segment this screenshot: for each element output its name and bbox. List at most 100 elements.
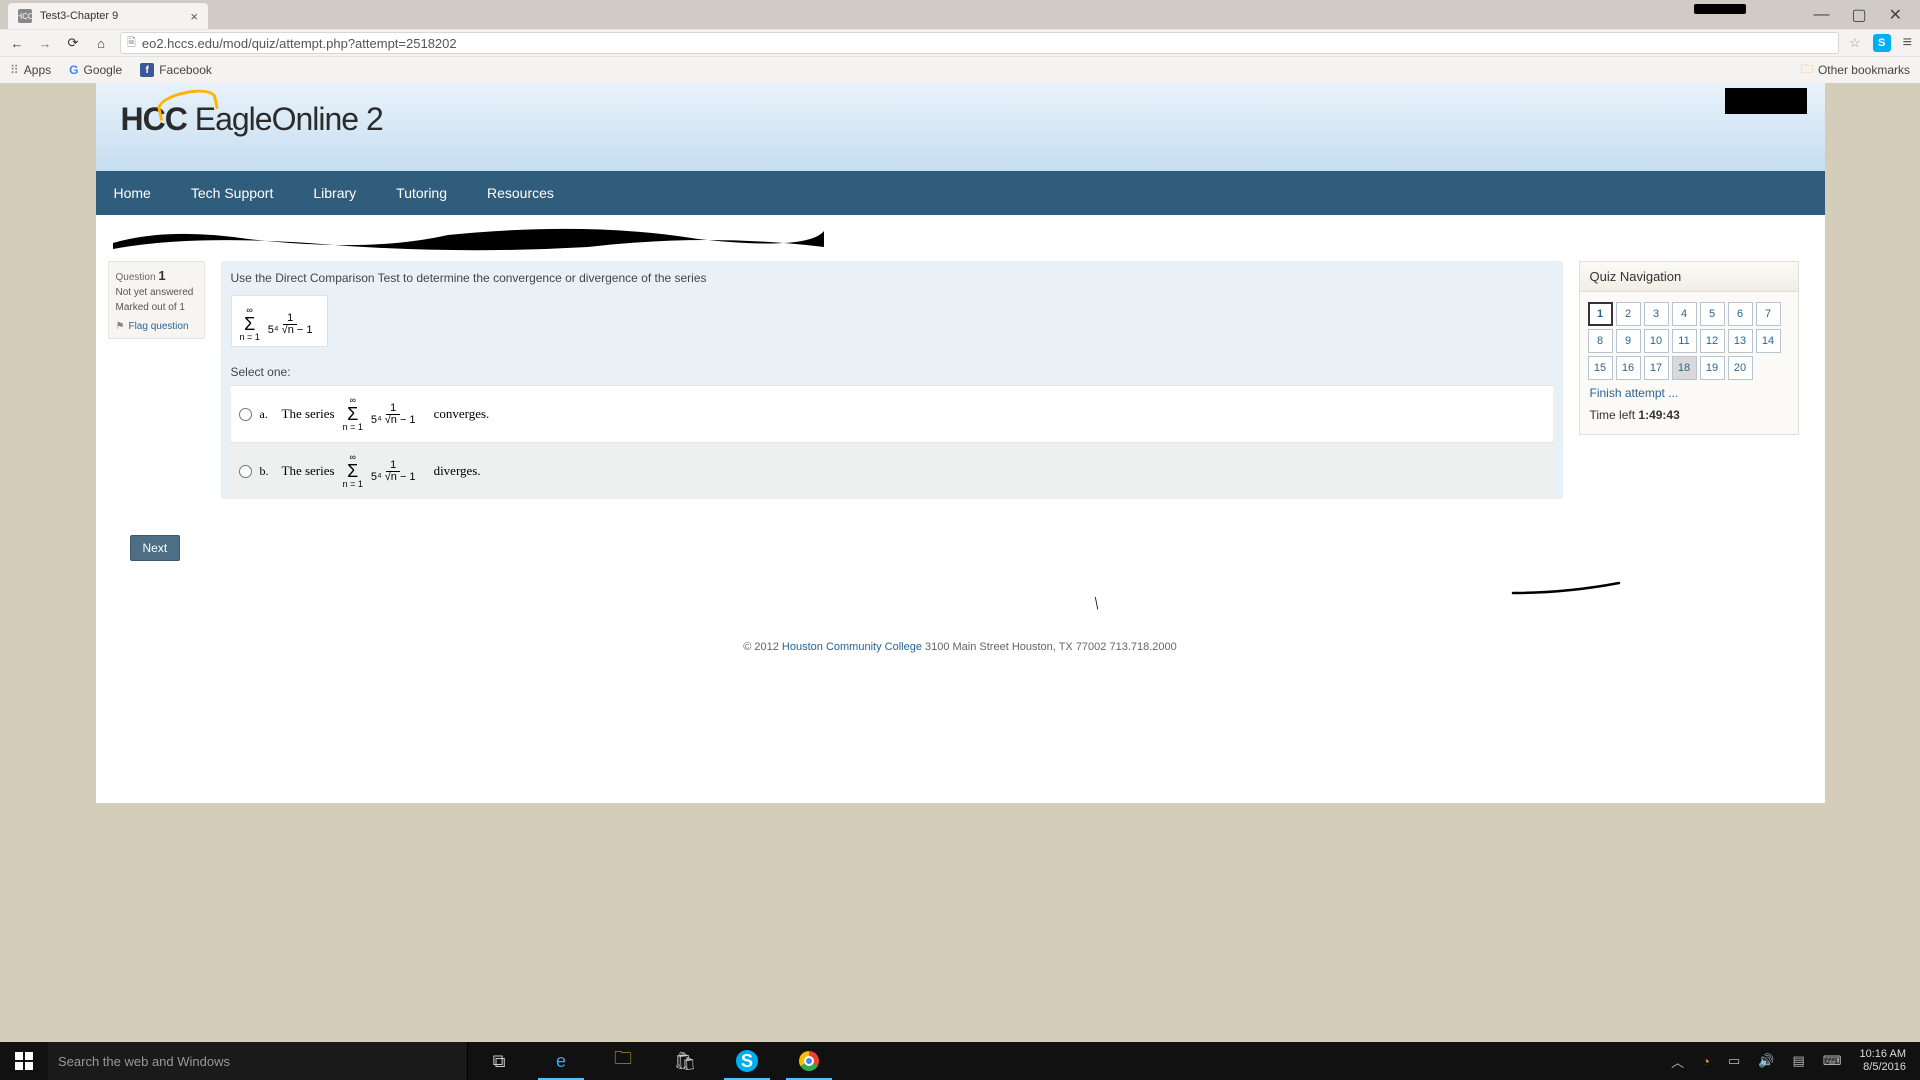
quiz-nav-cell-17[interactable]: 17 — [1644, 356, 1669, 380]
quiz-nav-cell-15[interactable]: 15 — [1588, 356, 1613, 380]
file-explorer-icon[interactable]: 🗀 — [592, 1042, 654, 1080]
bookmark-google[interactable]: GGoogle — [69, 63, 122, 77]
option-b-verdict: diverges. — [434, 463, 481, 479]
quiz-nav-cell-3[interactable]: 3 — [1644, 302, 1669, 326]
sigma-icon: Σ — [244, 315, 255, 333]
window-minimize-icon[interactable]: — — [1813, 6, 1829, 24]
url-input[interactable] — [142, 36, 1832, 51]
bookmark-label: Google — [84, 63, 123, 77]
quiz-nav-cell-9[interactable]: 9 — [1616, 329, 1641, 353]
bookmarks-bar: ⠿Apps GGoogle fFacebook 🗀 Other bookmarks — [0, 56, 1920, 83]
quiz-nav-cell-20[interactable]: 20 — [1728, 356, 1753, 380]
window-close-icon[interactable]: ✕ — [1889, 5, 1902, 25]
other-bookmarks[interactable]: 🗀 Other bookmarks — [1801, 60, 1910, 81]
breadcrumb-redacted — [108, 225, 828, 253]
nav-home[interactable]: Home — [114, 185, 151, 201]
flag-question-link[interactable]: ⚑ Flag question — [116, 321, 197, 332]
facebook-icon: f — [140, 63, 154, 77]
edge-icon[interactable]: e — [530, 1042, 592, 1080]
clock-date: 8/5/2016 — [1860, 1061, 1906, 1074]
quiz-nav-cell-1[interactable]: 1 — [1588, 302, 1613, 326]
option-b-radio[interactable] — [239, 465, 252, 478]
question-marked: Marked out of 1 — [116, 302, 197, 313]
quiz-nav-cell-7[interactable]: 7 — [1756, 302, 1781, 326]
quiz-nav-cell-6[interactable]: 6 — [1728, 302, 1753, 326]
chrome-menu-icon[interactable]: ≡ — [1903, 34, 1912, 52]
window-maximize-icon[interactable]: ▢ — [1851, 5, 1866, 25]
question-status: Not yet answered — [116, 287, 197, 298]
nav-library[interactable]: Library — [313, 185, 356, 201]
tray-app-icon[interactable]: ◔ — [1702, 1054, 1710, 1069]
question-body: Use the Direct Comparison Test to determ… — [221, 261, 1563, 499]
start-button[interactable] — [0, 1042, 48, 1080]
browser-toolbar: ← → ⟳ ⌂ 🗎 ☆ S ≡ — [0, 29, 1920, 56]
time-left-label: Time left — [1590, 408, 1639, 422]
next-button[interactable]: Next — [130, 535, 181, 561]
nav-tutoring[interactable]: Tutoring — [396, 185, 447, 201]
quiz-nav-cell-4[interactable]: 4 — [1672, 302, 1697, 326]
quiz-nav-cell-5[interactable]: 5 — [1700, 302, 1725, 326]
option-b-formula: ∞Σn = 1 15⁴ √n − 1 — [343, 453, 422, 489]
apps-shortcut[interactable]: ⠿Apps — [10, 63, 51, 77]
chrome-icon[interactable] — [778, 1042, 840, 1080]
footer-address: 3100 Main Street Houston, TX 77002 713.7… — [922, 641, 1177, 653]
taskbar-search[interactable]: Search the web and Windows — [48, 1042, 468, 1080]
taskbar-app-icons: ⧉ e 🗀 🛍 S — [468, 1042, 840, 1080]
option-a-prefix: The series — [282, 406, 335, 422]
quiz-nav-cell-10[interactable]: 10 — [1644, 329, 1669, 353]
windows-taskbar: Search the web and Windows ⧉ e 🗀 🛍 S ︿ ◔… — [0, 1042, 1920, 1080]
quiz-nav-cell-11[interactable]: 11 — [1672, 329, 1697, 353]
quiz-nav-cell-14[interactable]: 14 — [1756, 329, 1781, 353]
footer-college-link[interactable]: Houston Community College — [782, 641, 922, 653]
taskbar-clock[interactable]: 10:16 AM 8/5/2016 — [1860, 1048, 1916, 1074]
answer-option-a[interactable]: a. The series ∞Σn = 1 15⁴ √n − 1 converg… — [231, 385, 1553, 442]
store-icon[interactable]: 🛍 — [654, 1042, 716, 1080]
bookmark-facebook[interactable]: fFacebook — [140, 63, 212, 77]
nav-forward-icon[interactable]: → — [36, 36, 54, 51]
keyboard-icon[interactable]: ⌨ — [1823, 1053, 1842, 1069]
flag-icon: ⚑ — [116, 321, 125, 332]
nav-reload-icon[interactable]: ⟳ — [64, 35, 82, 51]
volume-icon[interactable]: 🔊 — [1758, 1053, 1774, 1069]
quiz-navigation-panel: Quiz Navigation 123456789101112131415161… — [1579, 261, 1799, 435]
bookmark-label: Other bookmarks — [1818, 63, 1910, 77]
quiz-nav-cell-13[interactable]: 13 — [1728, 329, 1753, 353]
option-a-letter: a. — [260, 407, 274, 422]
site-banner: HCC EagleOnline 2 — [96, 83, 1825, 171]
action-center-icon[interactable]: ▤ — [1792, 1053, 1804, 1069]
option-b-prefix: The series — [282, 463, 335, 479]
quiz-nav-cell-16[interactable]: 16 — [1616, 356, 1641, 380]
fraction-denominator: 5⁴ √n − 1 — [266, 325, 315, 336]
quiz-nav-cell-19[interactable]: 19 — [1700, 356, 1725, 380]
page-footer: © 2012 Houston Community College 3100 Ma… — [96, 561, 1825, 683]
quiz-nav-cell-12[interactable]: 12 — [1700, 329, 1725, 353]
apps-icon: ⠿ — [10, 63, 19, 77]
sigma-lower: n = 1 — [240, 333, 260, 342]
battery-icon[interactable]: ▭ — [1728, 1053, 1740, 1069]
nav-back-icon[interactable]: ← — [8, 36, 26, 51]
task-view-icon[interactable]: ⧉ — [468, 1042, 530, 1080]
footer-copyright: © 2012 — [743, 641, 782, 653]
nav-tech-support[interactable]: Tech Support — [191, 185, 274, 201]
browser-tab-bar: HCC Test3-Chapter 9 × — ▢ ✕ — [0, 0, 1920, 29]
quiz-nav-cell-18[interactable]: 18 — [1672, 356, 1697, 380]
select-one-label: Select one: — [231, 365, 1553, 379]
quiz-nav-cell-8[interactable]: 8 — [1588, 329, 1613, 353]
address-bar[interactable]: 🗎 — [120, 32, 1839, 54]
nav-home-icon[interactable]: ⌂ — [92, 36, 110, 51]
folder-icon: 🗀 — [1801, 60, 1813, 81]
site-logo[interactable]: HCC EagleOnline 2 — [121, 101, 383, 138]
skype-icon[interactable]: S — [716, 1042, 778, 1080]
skype-extension-icon[interactable]: S — [1873, 34, 1891, 52]
option-a-radio[interactable] — [239, 408, 252, 421]
tray-chevron-icon[interactable]: ︿ — [1671, 1052, 1684, 1071]
nav-resources[interactable]: Resources — [487, 185, 554, 201]
quiz-nav-grid: 1234567891011121314151617181920 — [1580, 292, 1798, 384]
quiz-nav-cell-2[interactable]: 2 — [1616, 302, 1641, 326]
browser-tab[interactable]: HCC Test3-Chapter 9 × — [8, 3, 208, 29]
bookmark-star-icon[interactable]: ☆ — [1849, 35, 1861, 51]
finish-attempt-link[interactable]: Finish attempt ... — [1590, 386, 1679, 400]
tab-close-icon[interactable]: × — [190, 9, 198, 24]
site-navbar: Home Tech Support Library Tutoring Resou… — [96, 171, 1825, 215]
answer-option-b[interactable]: b. The series ∞Σn = 1 15⁴ √n − 1 diverge… — [231, 442, 1553, 499]
